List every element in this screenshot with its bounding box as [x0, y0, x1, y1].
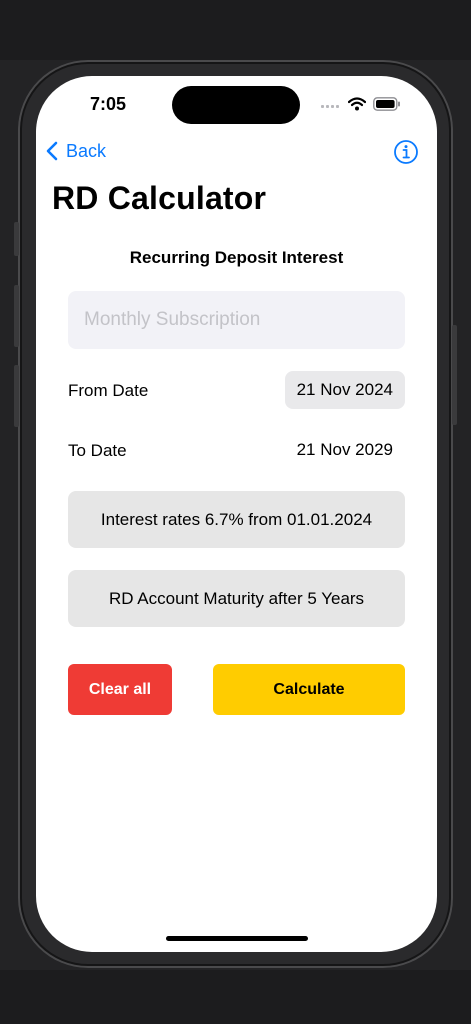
interest-rate-info: Interest rates 6.7% from 01.01.2024 — [68, 491, 405, 548]
screen: 7:05 Back RD Calculator Recurring Deposi… — [36, 76, 437, 952]
maturity-info: RD Account Maturity after 5 Years — [68, 570, 405, 627]
wifi-icon — [348, 97, 366, 111]
dynamic-island — [172, 86, 300, 124]
action-button — [14, 222, 19, 256]
calculate-button[interactable]: Calculate — [213, 664, 405, 715]
status-time: 7:05 — [90, 94, 127, 114]
status-icons — [321, 97, 401, 111]
page-title: RD Calculator — [52, 180, 267, 216]
to-date-label: To Date — [68, 441, 127, 460]
clear-all-button[interactable]: Clear all — [68, 664, 172, 715]
from-date-label: From Date — [68, 381, 149, 400]
battery-icon — [373, 97, 400, 111]
info-circle-icon[interactable] — [393, 139, 419, 165]
section-subtitle: Recurring Deposit Interest — [129, 248, 344, 267]
from-date-picker[interactable]: 21 Nov 2024 — [284, 371, 405, 409]
chevron-left-icon — [46, 141, 58, 161]
back-label: Back — [66, 140, 107, 161]
to-date-picker[interactable]: 21 Nov 2029 — [285, 431, 405, 469]
signal-icon — [321, 105, 339, 108]
volume-up-button — [14, 285, 19, 347]
monthly-subscription-input[interactable] — [68, 291, 405, 349]
back-button[interactable]: Back — [44, 140, 106, 162]
power-button — [452, 325, 457, 425]
home-indicator[interactable] — [166, 936, 308, 941]
volume-down-button — [14, 365, 19, 427]
